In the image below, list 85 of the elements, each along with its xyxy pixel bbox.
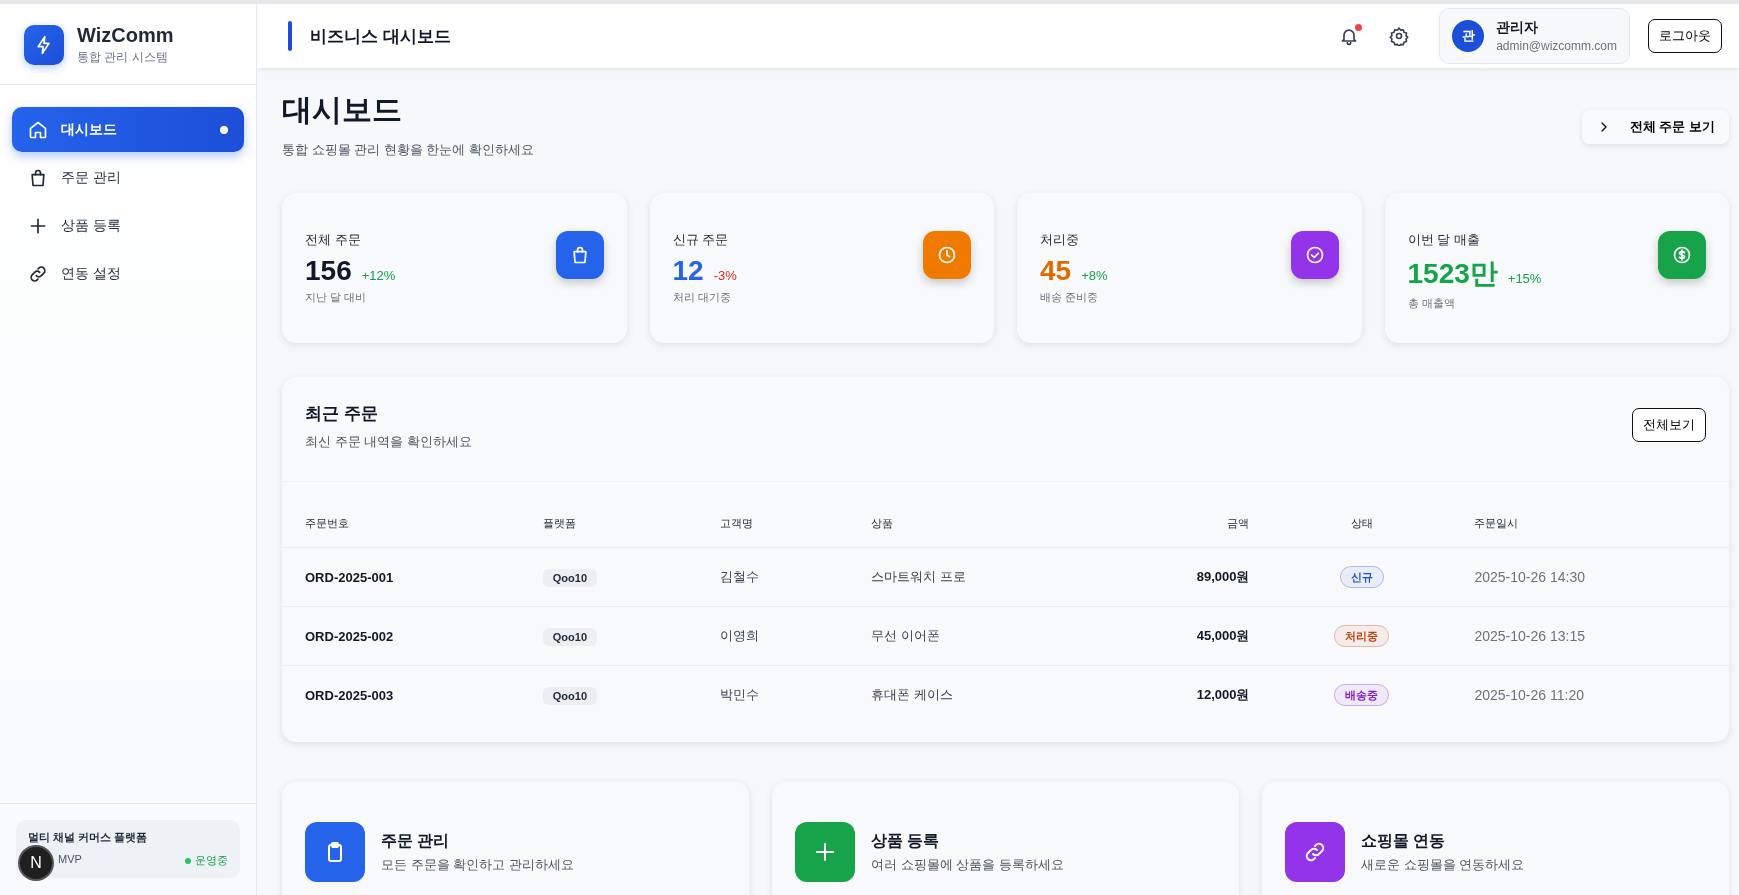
quick-action-card[interactable]: 주문 관리 모든 주문을 확인하고 관리하세요 <box>282 782 749 895</box>
column-header: 상품 <box>848 500 1098 548</box>
title-accent-bar <box>288 21 292 51</box>
nav-item[interactable]: 주문 관리 <box>12 155 244 200</box>
product-name: 무선 이어폰 <box>848 606 1098 666</box>
column-header: 금액 <box>1097 500 1273 548</box>
platform-tag: Qoo10 <box>542 686 598 705</box>
clock-icon <box>937 245 957 265</box>
shopping-bag-icon <box>28 167 48 188</box>
quick-action-card[interactable]: 쇼핑몰 연동 새로운 쇼핑몰을 연동하세요 <box>1262 782 1729 895</box>
section-title: 최근 주문 <box>305 403 379 425</box>
status-badge: 배송중 <box>1334 684 1390 706</box>
order-date: 2025-10-26 13:15 <box>1451 606 1729 666</box>
stat-label: 처리중 <box>1040 231 1080 249</box>
quick-action-title: 주문 관리 <box>381 830 451 851</box>
version-label: MVP <box>58 853 82 867</box>
stat-change: -3% <box>713 268 737 283</box>
order-date: 2025-10-26 11:20 <box>1451 665 1729 724</box>
order-amount: 89,000원 <box>1097 547 1273 607</box>
page-title: 대시보드 <box>282 92 403 128</box>
nav-item[interactable]: 연동 설정 <box>12 251 244 296</box>
dollar-icon <box>1672 245 1692 265</box>
plus-icon <box>813 840 837 864</box>
customer-name: 김철수 <box>697 547 849 607</box>
platform-tag: Qoo10 <box>542 568 598 587</box>
view-all-orders-button[interactable]: 전체 주문 보기 <box>1581 110 1729 144</box>
stat-label: 신규 주문 <box>672 231 730 249</box>
home-icon <box>28 119 48 140</box>
stat-note: 지난 달 대비 <box>305 290 368 305</box>
stat-value: 156 <box>305 255 352 287</box>
order-number: ORD-2025-002 <box>282 606 520 666</box>
stat-value: 1523만 <box>1407 257 1498 291</box>
active-dot <box>220 125 228 134</box>
order-number: ORD-2025-001 <box>282 547 520 607</box>
link-icon <box>28 263 48 284</box>
platform-tag: Qoo10 <box>542 627 598 646</box>
nav-item[interactable]: 상품 등록 <box>12 203 244 248</box>
header-title: 비즈니스 대시보드 <box>310 25 452 48</box>
column-header: 플랫폼 <box>519 500 698 548</box>
column-header: 상태 <box>1272 500 1452 548</box>
quick-action-description: 새로운 쇼핑몰을 연동하세요 <box>1361 855 1525 874</box>
stat-note: 배송 준비중 <box>1040 290 1100 305</box>
stat-label: 전체 주문 <box>305 231 362 249</box>
stat-label: 이번 달 매출 <box>1407 231 1481 249</box>
quick-action-card[interactable]: 상품 등록 여러 쇼핑몰에 상품을 등록하세요 <box>772 782 1239 895</box>
quick-action-description: 여러 쇼핑몰에 상품을 등록하세요 <box>871 855 1064 874</box>
column-header: 주문번호 <box>282 500 520 548</box>
order-number: ORD-2025-003 <box>282 665 520 724</box>
page-subtitle: 통합 쇼핑몰 관리 현황을 한눈에 확인하세요 <box>282 141 535 159</box>
user-email: admin@wizcomm.com <box>1496 39 1617 53</box>
stat-change: +8% <box>1081 268 1108 283</box>
stat-change: +12% <box>361 268 396 283</box>
stat-note: 처리 대기중 <box>672 290 732 305</box>
nav-item[interactable]: 대시보드 <box>12 107 244 152</box>
logo-subtitle: 통합 관리 시스템 <box>77 49 169 66</box>
order-date: 2025-10-26 14:30 <box>1451 547 1729 607</box>
order-amount: 45,000원 <box>1097 606 1273 666</box>
stat-value: 45 <box>1040 255 1072 287</box>
stat-change: +15% <box>1507 271 1542 286</box>
stat-note: 총 매출액 <box>1407 296 1456 311</box>
user-name: 관리자 <box>1496 19 1540 37</box>
view-all-button[interactable]: 전체보기 <box>1632 408 1706 442</box>
logo-title: WizComm <box>77 24 174 47</box>
column-header: 주문일시 <box>1451 500 1729 548</box>
quick-action-title: 상품 등록 <box>871 830 941 851</box>
customer-name: 이영희 <box>697 606 849 666</box>
user-avatar: 관 <box>1452 20 1485 52</box>
product-name: 스마트워치 프로 <box>848 547 1098 607</box>
quick-action-title: 쇼핑몰 연동 <box>1361 830 1447 851</box>
order-amount: 12,000원 <box>1097 665 1273 724</box>
link-icon <box>1303 840 1327 864</box>
status-label: 운영중 <box>185 853 228 868</box>
status-badge: 처리중 <box>1334 625 1390 647</box>
status-badge: 신규 <box>1339 566 1384 588</box>
quick-action-description: 모든 주문을 확인하고 관리하세요 <box>381 855 574 874</box>
product-name: 휴대폰 케이스 <box>848 665 1098 724</box>
settings-icon <box>1389 26 1410 46</box>
platform-name: 멀티 채널 커머스 플랫폼 <box>28 830 149 845</box>
logout-button[interactable]: 로그아웃 <box>1648 19 1722 53</box>
stat-value: 12 <box>672 255 704 287</box>
user-profile-card[interactable]: 관 관리자 admin@wizcomm.com <box>1439 8 1630 64</box>
column-header: 고객명 <box>697 500 849 548</box>
section-subtitle: 최신 주문 내역을 확인하세요 <box>305 433 472 451</box>
customer-name: 박민수 <box>697 665 849 724</box>
check-circle-icon <box>1304 245 1325 265</box>
